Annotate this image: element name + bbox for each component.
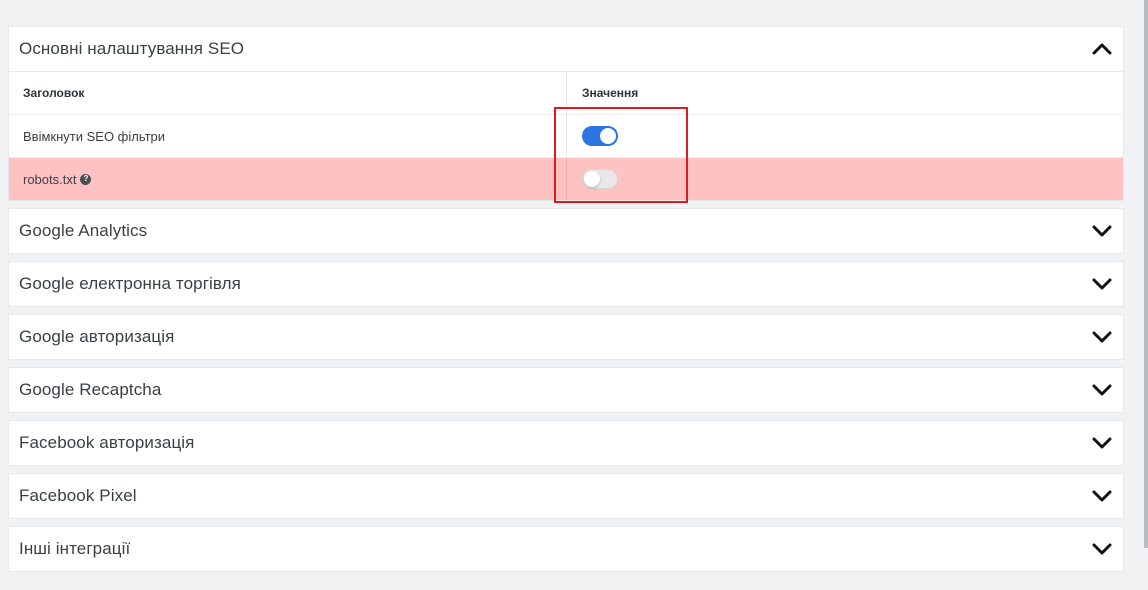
seo-settings-panel: Основні налаштування SEO Заголовок Значе…	[8, 26, 1124, 201]
chevron-down-icon[interactable]	[1091, 220, 1113, 242]
google-ecommerce-panel: Google електронна торгівля	[8, 261, 1124, 307]
setting-value-cell	[567, 158, 1123, 200]
seo-filters-toggle[interactable]	[582, 126, 618, 146]
panel-title: Facebook Pixel	[19, 486, 137, 505]
toggle-knob	[584, 171, 600, 187]
table-row: Ввімкнути SEO фільтри	[9, 115, 1123, 158]
seo-settings-panel-header[interactable]: Основні налаштування SEO	[9, 27, 1123, 71]
facebook-auth-panel-header[interactable]: Facebook авторизація	[9, 421, 1123, 465]
google-ecommerce-panel-header[interactable]: Google електронна торгівля	[9, 262, 1123, 306]
panel-title: Google Analytics	[19, 221, 148, 240]
seo-filters-label: Ввімкнути SEO фільтри	[23, 128, 166, 144]
facebook-pixel-panel: Facebook Pixel	[8, 473, 1124, 519]
other-integrations-panel: Інші інтеграції	[8, 526, 1124, 572]
column-header-value: Значення	[582, 86, 639, 100]
column-header-title: Заголовок	[9, 72, 567, 114]
facebook-auth-panel: Facebook авторизація	[8, 420, 1124, 466]
chevron-up-icon[interactable]	[1091, 38, 1113, 60]
panel-title: Основні налаштування SEO	[19, 39, 245, 58]
chevron-down-icon[interactable]	[1091, 379, 1113, 401]
settings-container: Основні налаштування SEO Заголовок Значе…	[8, 26, 1124, 579]
panel-title: Google електронна торгівля	[19, 274, 241, 293]
google-analytics-panel-header[interactable]: Google Analytics	[9, 209, 1123, 253]
table-header-row: Заголовок Значення	[9, 72, 1123, 115]
chevron-down-icon[interactable]	[1091, 538, 1113, 560]
chevron-down-icon[interactable]	[1091, 326, 1113, 348]
google-auth-panel-header[interactable]: Google авторизація	[9, 315, 1123, 359]
panel-title: Facebook авторизація	[19, 433, 195, 452]
table-row: robots.txt ?	[9, 158, 1123, 200]
panel-title: Інші інтеграції	[19, 539, 131, 558]
setting-label: robots.txt ?	[9, 158, 567, 200]
panel-title: Google Recaptcha	[19, 380, 162, 399]
toggle-knob	[600, 128, 616, 144]
question-circle-icon[interactable]: ?	[80, 173, 92, 185]
robots-txt-toggle[interactable]	[582, 169, 618, 189]
setting-value-cell	[567, 115, 1123, 157]
robots-txt-label: robots.txt	[23, 171, 77, 187]
panel-title: Google авторизація	[19, 327, 175, 346]
google-auth-panel: Google авторизація	[8, 314, 1124, 360]
setting-label: Ввімкнути SEO фільтри	[9, 115, 567, 157]
chevron-down-icon[interactable]	[1091, 432, 1113, 454]
seo-settings-table: Заголовок Значення Ввімкнути SEO фільтри…	[9, 71, 1123, 200]
chevron-down-icon[interactable]	[1091, 273, 1113, 295]
page-scrollbar[interactable]	[1144, 0, 1148, 548]
chevron-down-icon[interactable]	[1091, 485, 1113, 507]
google-analytics-panel: Google Analytics	[8, 208, 1124, 254]
google-recaptcha-panel-header[interactable]: Google Recaptcha	[9, 368, 1123, 412]
google-recaptcha-panel: Google Recaptcha	[8, 367, 1124, 413]
other-integrations-panel-header[interactable]: Інші інтеграції	[9, 527, 1123, 571]
facebook-pixel-panel-header[interactable]: Facebook Pixel	[9, 474, 1123, 518]
